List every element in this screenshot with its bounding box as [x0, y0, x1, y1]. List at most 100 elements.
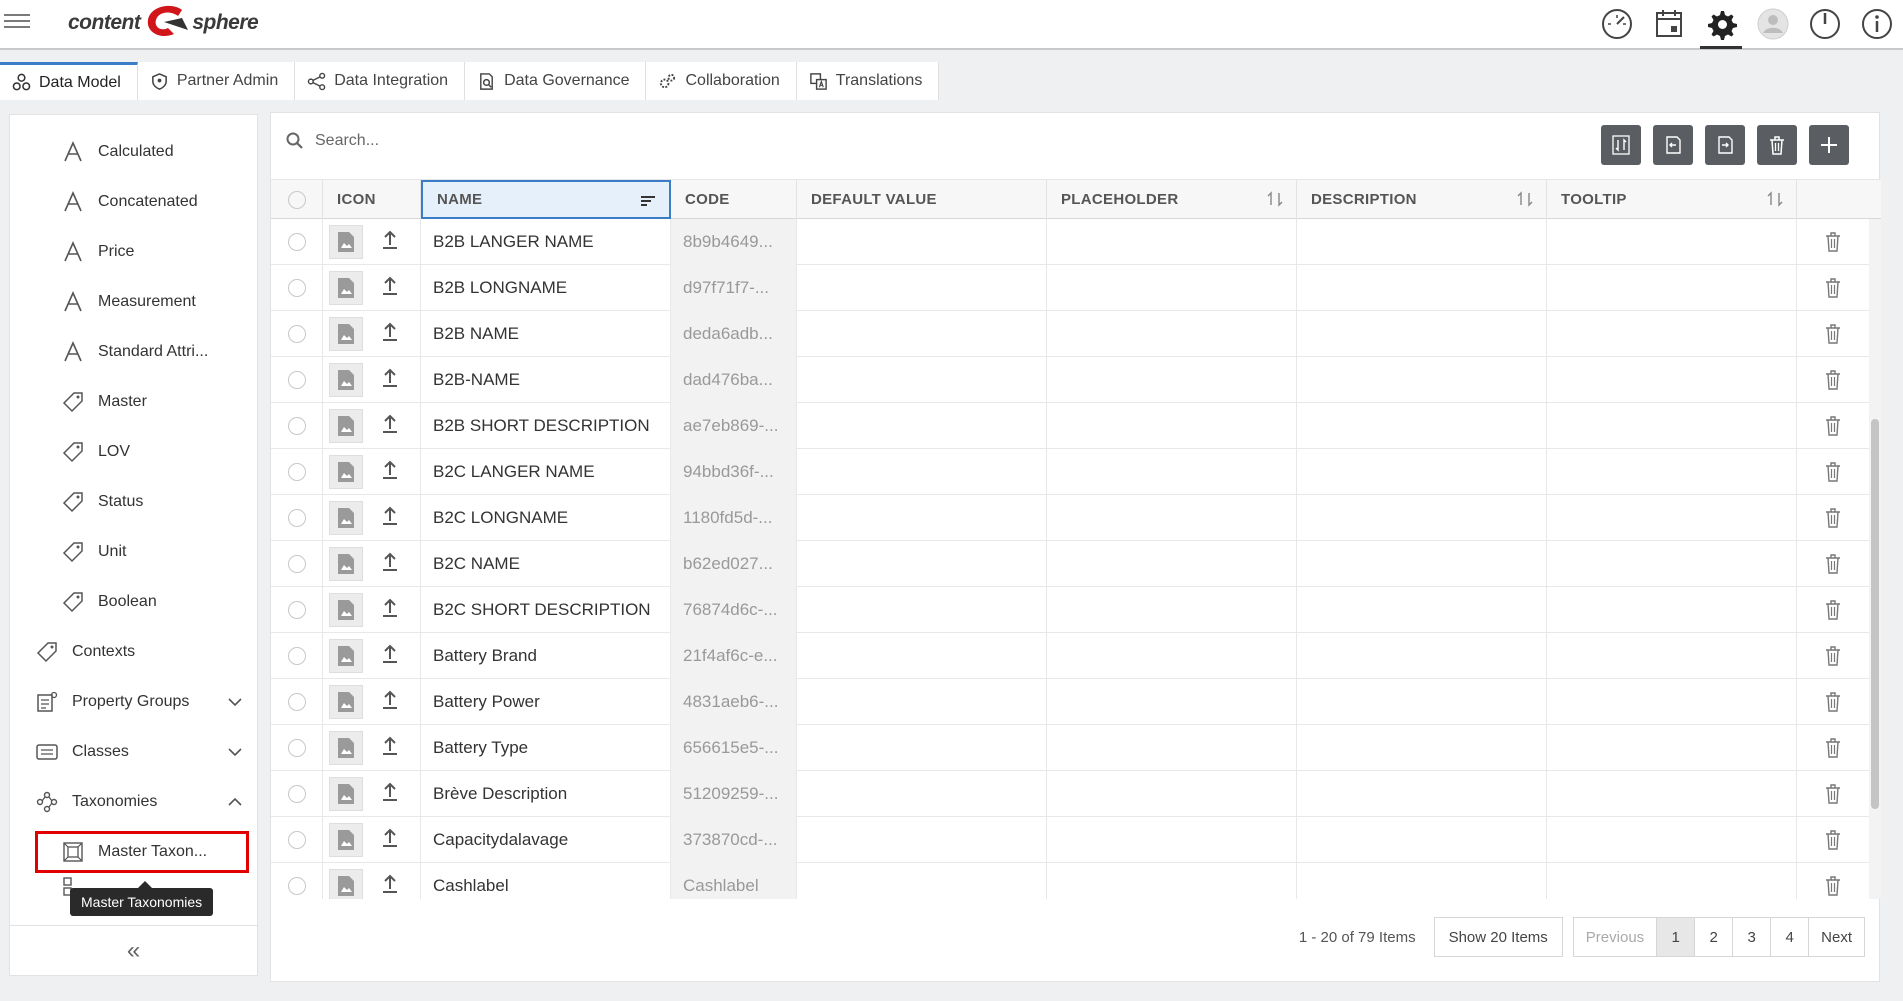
hamburger-menu-icon[interactable] [4, 10, 30, 32]
row-name-cell[interactable]: B2B SHORT DESCRIPTION [421, 403, 671, 449]
row-description-cell[interactable] [1297, 725, 1547, 771]
trash-icon[interactable] [1823, 691, 1843, 713]
image-file-icon[interactable] [329, 455, 363, 489]
user-avatar-icon[interactable] [1747, 0, 1799, 48]
row-name-cell[interactable]: B2C LONGNAME [421, 495, 671, 541]
page-1-button[interactable]: 1 [1657, 917, 1696, 957]
row-default-value-cell[interactable] [797, 817, 1047, 863]
row-default-value-cell[interactable] [797, 541, 1047, 587]
row-description-cell[interactable] [1297, 495, 1547, 541]
settings-icon[interactable] [1695, 0, 1747, 49]
row-placeholder-cell[interactable] [1047, 679, 1297, 725]
add-button[interactable] [1809, 125, 1849, 165]
trash-icon[interactable] [1823, 507, 1843, 529]
row-placeholder-cell[interactable] [1047, 449, 1297, 495]
row-select-radio[interactable] [287, 371, 306, 389]
sidebar-item-contexts[interactable]: Contexts [10, 632, 257, 672]
image-file-icon[interactable] [329, 777, 363, 811]
table-row[interactable]: Cashlabel Cashlabel [271, 863, 1881, 899]
upload-icon[interactable] [379, 367, 401, 394]
trash-icon[interactable] [1823, 415, 1843, 437]
sidebar-item-lov[interactable]: LOV [10, 432, 257, 472]
column-header-tooltip[interactable]: TOOLTIP [1547, 180, 1797, 219]
import-button[interactable] [1653, 125, 1693, 165]
row-tooltip-cell[interactable] [1547, 817, 1797, 863]
upload-icon[interactable] [379, 873, 401, 900]
column-header-default-value[interactable]: DEFAULT VALUE [797, 180, 1047, 219]
trash-icon[interactable] [1823, 277, 1843, 299]
row-select-radio[interactable] [287, 509, 306, 527]
row-default-value-cell[interactable] [797, 725, 1047, 771]
row-select-radio[interactable] [287, 279, 306, 297]
row-placeholder-cell[interactable] [1047, 725, 1297, 771]
chevron-up-icon[interactable] [227, 794, 243, 810]
trash-icon[interactable] [1823, 461, 1843, 483]
row-placeholder-cell[interactable] [1047, 495, 1297, 541]
row-name-cell[interactable]: B2C LANGER NAME [421, 449, 671, 495]
row-placeholder-cell[interactable] [1047, 219, 1297, 265]
upload-icon[interactable] [379, 827, 401, 854]
row-name-cell[interactable]: B2B LANGER NAME [421, 219, 671, 265]
table-row[interactable]: B2B LONGNAME d97f71f7-... [271, 265, 1881, 311]
row-placeholder-cell[interactable] [1047, 771, 1297, 817]
sidebar-item-standard-attributes[interactable]: Standard Attri... [10, 332, 257, 372]
trash-icon[interactable] [1823, 323, 1843, 345]
upload-icon[interactable] [379, 413, 401, 440]
image-file-icon[interactable] [329, 593, 363, 627]
row-name-cell[interactable]: B2B LONGNAME [421, 265, 671, 311]
trash-icon[interactable] [1823, 645, 1843, 667]
row-default-value-cell[interactable] [797, 311, 1047, 357]
delete-button[interactable] [1757, 125, 1797, 165]
row-placeholder-cell[interactable] [1047, 265, 1297, 311]
trash-icon[interactable] [1823, 875, 1843, 897]
image-file-icon[interactable] [329, 547, 363, 581]
row-default-value-cell[interactable] [797, 403, 1047, 449]
row-name-cell[interactable]: B2B NAME [421, 311, 671, 357]
page-4-button[interactable]: 4 [1771, 917, 1810, 957]
sidebar-item-unit[interactable]: Unit [10, 532, 257, 572]
row-placeholder-cell[interactable] [1047, 863, 1297, 899]
row-name-cell[interactable]: Battery Type [421, 725, 671, 771]
dashboard-icon[interactable] [1591, 0, 1643, 48]
table-row[interactable]: Brève Description 51209259-... [271, 771, 1881, 817]
image-file-icon[interactable] [329, 685, 363, 719]
info-icon[interactable] [1851, 0, 1903, 48]
row-tooltip-cell[interactable] [1547, 679, 1797, 725]
row-default-value-cell[interactable] [797, 357, 1047, 403]
row-description-cell[interactable] [1297, 265, 1547, 311]
image-file-icon[interactable] [329, 869, 363, 899]
row-description-cell[interactable] [1297, 587, 1547, 633]
upload-icon[interactable] [379, 275, 401, 302]
row-placeholder-cell[interactable] [1047, 311, 1297, 357]
row-tooltip-cell[interactable] [1547, 587, 1797, 633]
upload-icon[interactable] [379, 781, 401, 808]
row-placeholder-cell[interactable] [1047, 633, 1297, 679]
row-tooltip-cell[interactable] [1547, 403, 1797, 449]
row-select-radio[interactable] [287, 785, 306, 803]
sidebar-item-measurement[interactable]: Measurement [10, 282, 257, 322]
table-row[interactable]: B2B LANGER NAME 8b9b4649... [271, 219, 1881, 265]
calendar-icon[interactable] [1643, 0, 1695, 48]
column-header-description[interactable]: DESCRIPTION [1297, 180, 1547, 219]
trash-icon[interactable] [1823, 737, 1843, 759]
upload-icon[interactable] [379, 643, 401, 670]
row-select-radio[interactable] [287, 647, 306, 665]
column-header-placeholder[interactable]: PLACEHOLDER [1047, 180, 1297, 219]
row-description-cell[interactable] [1297, 771, 1547, 817]
tab-data-model[interactable]: Data Model [0, 62, 138, 100]
sort-icon[interactable] [1266, 190, 1284, 208]
row-select-radio[interactable] [287, 233, 306, 251]
trash-icon[interactable] [1823, 599, 1843, 621]
sidebar-item-classes[interactable]: Classes [10, 732, 257, 772]
column-header-code[interactable]: CODE [671, 180, 797, 219]
image-file-icon[interactable] [329, 501, 363, 535]
upload-icon[interactable] [379, 321, 401, 348]
row-placeholder-cell[interactable] [1047, 403, 1297, 449]
table-row[interactable]: Battery Type 656615e5-... [271, 725, 1881, 771]
sidebar-item-status[interactable]: Status [10, 482, 257, 522]
table-row[interactable]: B2C LONGNAME 1180fd5d-... [271, 495, 1881, 541]
row-name-cell[interactable]: Battery Brand [421, 633, 671, 679]
image-file-icon[interactable] [329, 271, 363, 305]
row-tooltip-cell[interactable] [1547, 771, 1797, 817]
row-name-cell[interactable]: B2C SHORT DESCRIPTION [421, 587, 671, 633]
